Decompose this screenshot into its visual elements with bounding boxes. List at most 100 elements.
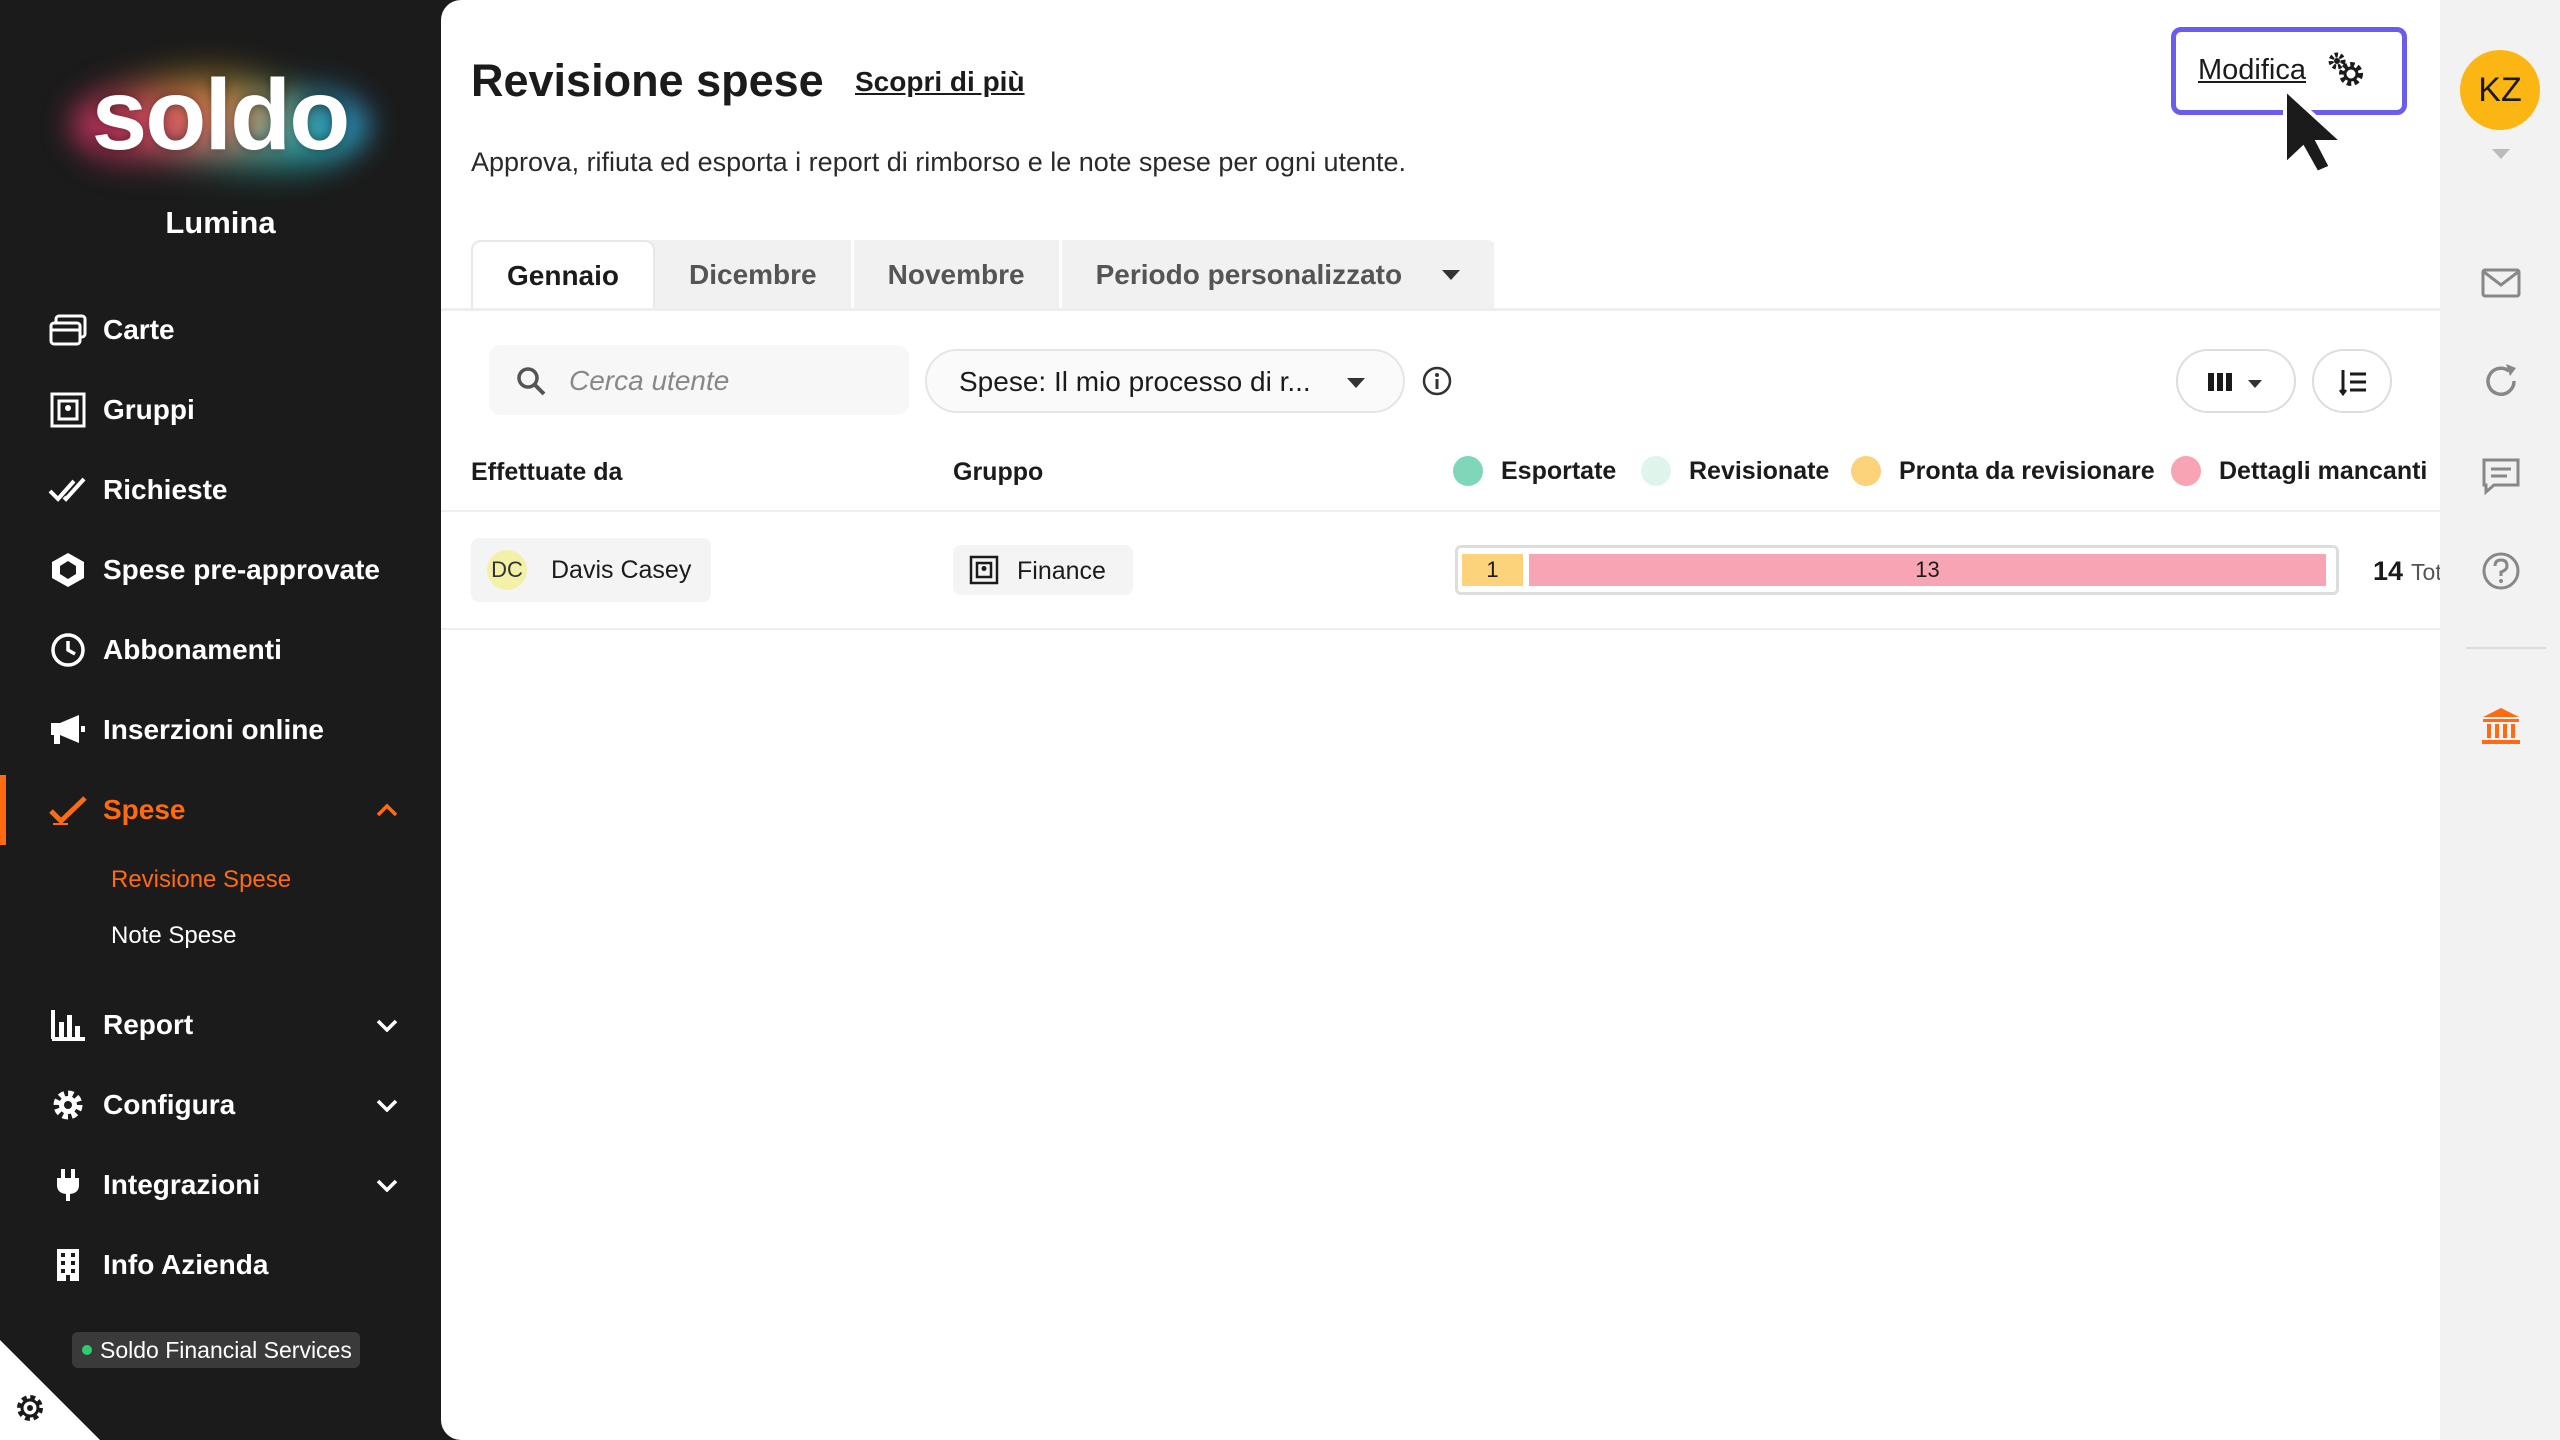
expense-process-select[interactable]: Spese: Il mio processo di r... [925,349,1405,413]
legend-label: Dettagli mancanti [2219,456,2428,485]
columns-icon [2206,369,2234,395]
sidebar-item-label: Spese pre-approvate [103,554,380,585]
legend-label: Esportate [1501,456,1617,485]
rail-divider [2466,647,2546,649]
sidebar-item-inserzioni-online[interactable]: Inserzioni online [0,695,441,765]
sidebar-item-label: Info Azienda [103,1249,269,1280]
sidebar-subitem-revisione-spese[interactable]: Revisione Spese [111,866,291,894]
avatar[interactable]: KZ [2460,50,2540,130]
legend-item-revisionate: Revisionate [1641,456,1829,486]
tab-dicembre[interactable]: Dicembre [655,240,854,310]
main-content: Revisione spese Scopri di più Approva, r… [441,0,2440,1440]
plug-icon [48,1165,88,1205]
caret-down-icon [2248,380,2262,388]
tab-gennaio[interactable]: Gennaio [471,240,656,310]
bank-icon[interactable] [2480,705,2522,747]
sidebar-item-spese[interactable]: Spese [0,775,441,845]
sidebar-item-gruppi[interactable]: Gruppi [0,375,441,445]
chat-icon[interactable] [2480,455,2522,497]
tabs-divider [441,308,2440,311]
company-badge[interactable]: Soldo Financial Services [72,1332,360,1368]
gear-icon [48,1085,88,1125]
sort-button[interactable] [2312,349,2392,413]
legend-label: Revisionate [1689,456,1830,485]
legend-item-dettagli-mancanti: Dettagli mancanti [2171,456,2427,486]
page-title: Revisione spese [471,55,824,106]
caret-down-icon [1442,270,1461,280]
tab-label: Gennaio [507,260,620,291]
mail-icon[interactable] [2480,262,2522,304]
header-divider [441,510,2440,512]
hexagon-badge-icon [48,550,88,590]
sidebar-item-report[interactable]: Report [0,990,441,1060]
legend-item-pronta-da-revisionare: Pronta da revisionare [1851,456,2155,486]
building-icon [48,1245,88,1285]
chevron-down-icon[interactable] [372,1010,402,1040]
page-subtitle: Approva, rifiuta ed esporta i report di … [471,147,1407,177]
month-tabs: Gennaio Dicembre Novembre Periodo person… [471,240,1498,310]
sidebar-item-integrazioni[interactable]: Integrazioni [0,1150,441,1220]
megaphone-icon [48,710,88,750]
sidebar-item-label: Richieste [103,474,228,505]
refresh-icon[interactable] [2480,360,2522,402]
info-icon[interactable] [1421,365,1453,397]
sort-list-icon [2338,367,2368,397]
sidebar-item-richieste[interactable]: Richieste [0,455,441,525]
status-segment-pronta[interactable]: 1 [1462,554,1523,586]
caret-down-icon[interactable] [2492,149,2510,159]
legend-dot [1641,456,1671,486]
status-segment-dettagli-mancanti[interactable]: 13 [1529,554,2326,586]
select-value: Spese: Il mio processo di r... [959,366,1311,397]
sidebar-subitem-note-spese[interactable]: Note Spese [111,922,236,950]
double-check-icon [48,470,88,510]
chevron-up-icon[interactable] [372,795,402,825]
help-icon[interactable] [2480,550,2522,592]
bar-chart-icon [48,1005,88,1045]
column-header-group[interactable]: Gruppo [953,458,1043,487]
chevron-down-icon[interactable] [372,1090,402,1120]
settings-gear-icon[interactable] [14,1392,46,1424]
clock-icon [48,630,88,670]
tab-novembre[interactable]: Novembre [854,240,1062,310]
org-name: Lumina [165,205,276,240]
column-header-user[interactable]: Effettuate da [471,458,622,487]
soldo-logo[interactable]: soldo [60,50,380,200]
search-placeholder: Cerca utente [569,365,730,396]
total-unit: Tot [2411,559,2440,585]
right-rail: KZ [2440,0,2560,1440]
legend-dot [1453,456,1483,486]
learn-more-link[interactable]: Scopri di più [855,66,1025,98]
legend-item-esportate: Esportate [1453,456,1616,486]
gears-icon [2326,50,2366,90]
user-name: Davis Casey [551,556,692,584]
cards-icon [48,310,88,350]
sidebar-item-label: Configura [103,1089,236,1120]
row-total: 14 Tot [2373,556,2440,587]
search-user-input[interactable]: Cerca utente [489,345,909,415]
tab-periodo-personalizzato[interactable]: Periodo personalizzato [1062,240,1498,310]
sidebar-item-label: Gruppi [103,394,195,425]
sidebar-item-label: Inserzioni online [103,714,324,745]
sidebar-item-info-azienda[interactable]: Info Azienda [0,1230,441,1300]
sidebar-item-carte[interactable]: Carte [0,295,441,365]
legend-label: Pronta da revisionare [1899,456,2155,485]
sidebar-item-label: Carte [103,314,175,345]
legend-dot [1851,456,1881,486]
tab-label: Periodo personalizzato [1095,259,1403,290]
chevron-down-icon[interactable] [372,1170,402,1200]
edit-label: Modifica [2198,54,2306,86]
columns-toggle-button[interactable] [2176,349,2296,413]
sidebar-item-configura[interactable]: Configura [0,1070,441,1140]
group-chip[interactable]: Finance [953,545,1133,595]
check-icon [48,790,88,830]
user-chip[interactable]: DC Davis Casey [471,538,711,602]
sidebar-item-abbonamenti[interactable]: Abbonamenti [0,615,441,685]
search-icon [515,365,547,397]
groups-icon [48,390,88,430]
status-bar[interactable]: 1 13 [1455,545,2339,595]
sidebar-item-label: Integrazioni [103,1169,261,1200]
sidebar-item-spese-pre-approvate[interactable]: Spese pre-approvate [0,535,441,605]
mouse-pointer-icon [2283,85,2349,175]
tab-label: Dicembre [689,259,817,290]
caret-down-icon [1347,378,1365,388]
